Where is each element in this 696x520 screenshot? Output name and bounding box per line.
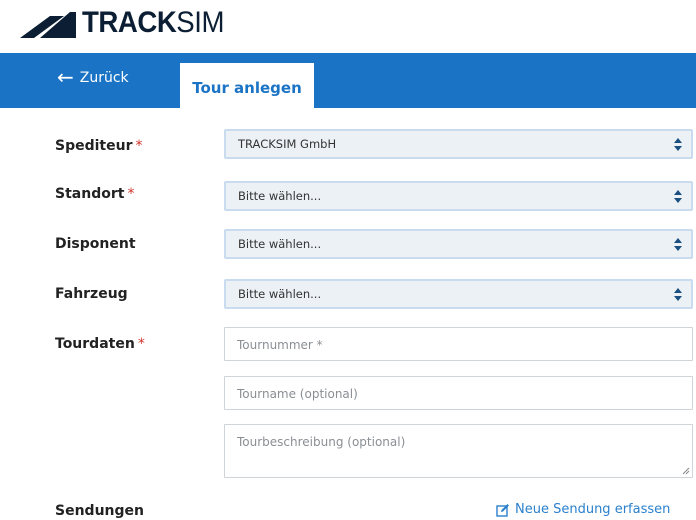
forwarder-select[interactable]: TRACKSIM GmbH xyxy=(224,129,693,159)
vehicle-select-value: Bitte wählen... xyxy=(238,287,322,301)
arrow-left-icon: ← xyxy=(57,65,74,89)
dispatcher-select[interactable]: Bitte wählen... xyxy=(224,229,693,259)
tour-description-placeholder: Tourbeschreibung (optional) xyxy=(237,435,406,449)
tab-tour-anlegen[interactable]: Tour anlegen xyxy=(180,63,314,108)
required-marker: * xyxy=(135,138,143,154)
up-down-chevron-icon xyxy=(674,288,682,301)
location-label: Standort * xyxy=(55,186,135,202)
up-down-chevron-icon xyxy=(674,190,682,203)
tour-number-input[interactable]: Tournummer * xyxy=(224,327,693,361)
tour-name-input[interactable]: Tourname (optional) xyxy=(224,376,693,410)
forwarder-select-value: TRACKSIM GmbH xyxy=(238,137,337,151)
dispatcher-label: Disponent xyxy=(55,236,136,252)
new-shipment-link[interactable]: Neue Sendung erfassen xyxy=(496,502,670,517)
required-marker: * xyxy=(137,336,145,352)
location-select[interactable]: Bitte wählen... xyxy=(224,181,693,211)
tour-data-label: Tourdaten * xyxy=(55,336,145,352)
up-down-chevron-icon xyxy=(674,138,682,151)
back-link[interactable]: ← Zurück xyxy=(57,65,129,89)
brand-logo: TRACKSIM xyxy=(20,6,236,40)
location-select-value: Bitte wählen... xyxy=(238,189,322,203)
vehicle-label: Fahrzeug xyxy=(55,286,128,302)
edit-icon xyxy=(496,503,509,517)
up-down-chevron-icon xyxy=(674,238,682,251)
tour-description-textarea[interactable]: Tourbeschreibung (optional) xyxy=(224,424,693,478)
back-label: Zurück xyxy=(79,70,129,86)
shipments-label: Sendungen xyxy=(55,503,144,519)
new-shipment-label: Neue Sendung erfassen xyxy=(515,502,671,517)
forwarder-label: Spediteur * xyxy=(55,138,143,154)
brand-name: TRACKSIM xyxy=(82,6,224,39)
dispatcher-select-value: Bitte wählen... xyxy=(238,237,322,251)
logo-mark-icon xyxy=(20,12,76,38)
required-marker: * xyxy=(127,186,135,202)
top-nav-bar: ← Zurück Tour anlegen xyxy=(0,53,696,108)
vehicle-select[interactable]: Bitte wählen... xyxy=(224,279,693,309)
resize-grip-icon[interactable] xyxy=(682,467,690,475)
